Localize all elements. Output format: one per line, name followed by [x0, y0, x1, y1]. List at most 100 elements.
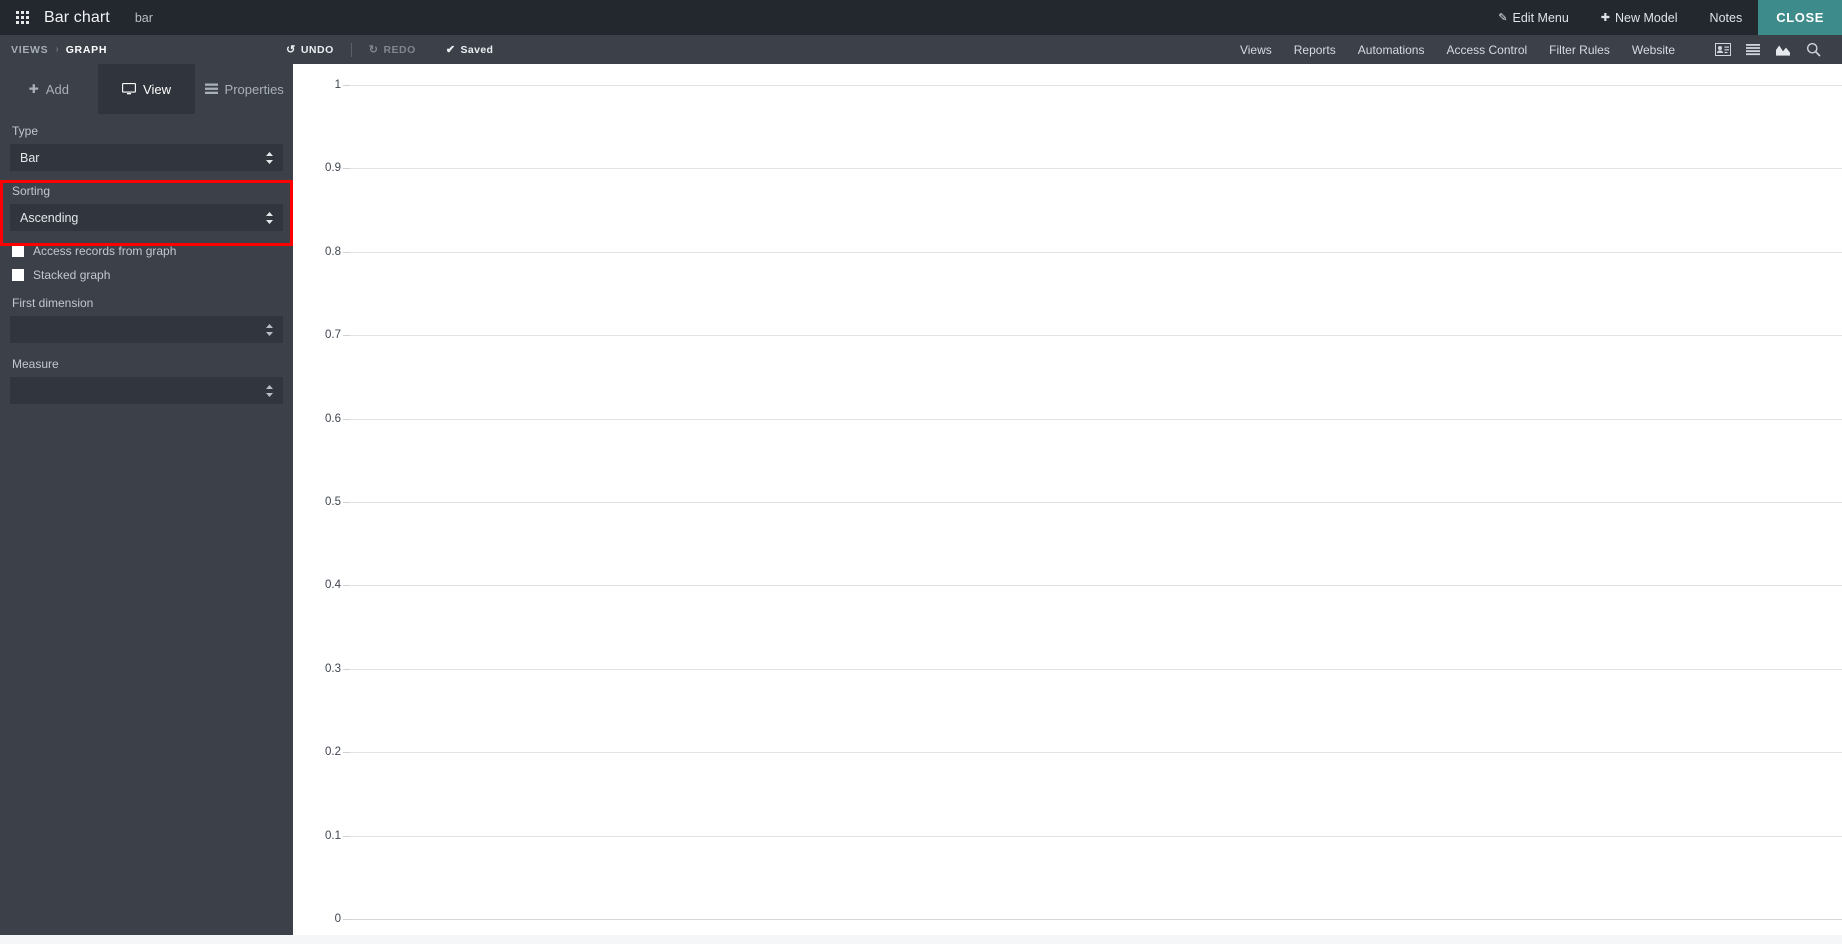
- y-axis-tick-label: 0.7: [325, 329, 341, 342]
- nav-filter-rules[interactable]: Filter Rules: [1538, 43, 1621, 57]
- sub-toolbar-nav: Views Reports Automations Access Control…: [1229, 35, 1842, 64]
- checkbox-stacked-graph[interactable]: Stacked graph: [10, 268, 283, 282]
- saved-label: Saved: [460, 43, 494, 56]
- y-axis-tick-label: 1: [334, 79, 341, 91]
- y-axis-tickmark: [343, 335, 350, 337]
- type-select-value: Bar: [20, 150, 40, 165]
- y-axis-tickmark: [343, 668, 350, 670]
- page-subtitle: bar: [134, 10, 153, 25]
- y-axis-tick-label: 0.6: [325, 412, 341, 425]
- notes-label: Notes: [1709, 10, 1743, 25]
- chevron-updown-icon: [265, 211, 274, 225]
- y-axis-tick-label: 0: [334, 913, 341, 925]
- measure-label: Measure: [12, 357, 59, 371]
- y-axis-tickmark: [343, 585, 350, 587]
- gridline: [350, 251, 1842, 253]
- breadcrumb-graph[interactable]: GRAPH: [66, 44, 107, 56]
- y-axis-tickmark: [343, 919, 350, 920]
- gridline: [350, 835, 1842, 837]
- y-axis-tick-label: 0.3: [325, 662, 341, 675]
- area-chart-icon[interactable]: [1768, 35, 1798, 64]
- grid-apps-icon[interactable]: [8, 11, 36, 24]
- y-axis-tickmark: [343, 251, 350, 253]
- breadcrumb-views[interactable]: VIEWS: [11, 44, 48, 56]
- undo-label: UNDO: [300, 43, 334, 56]
- plus-icon: ✚: [1600, 12, 1611, 24]
- nav-access-control[interactable]: Access Control: [1435, 43, 1538, 57]
- field-sorting: Sorting Ascending: [10, 184, 283, 231]
- sorting-label: Sorting: [12, 184, 51, 198]
- first-dimension-label: First dimension: [12, 296, 94, 310]
- field-measure: Measure: [10, 357, 283, 404]
- list-icon[interactable]: [1738, 35, 1768, 64]
- y-axis-tickmark: [343, 752, 350, 754]
- checkbox-box[interactable]: [12, 245, 24, 257]
- history-divider: [350, 42, 352, 57]
- field-type: Type Bar: [10, 124, 283, 171]
- y-axis-tickmark: [343, 168, 350, 170]
- search-icon[interactable]: [1798, 35, 1828, 64]
- new-model-button[interactable]: ✚ New Model: [1585, 0, 1694, 35]
- measure-select[interactable]: [10, 377, 283, 404]
- tab-properties[interactable]: Properties: [195, 64, 293, 114]
- y-axis-tickmark: [343, 85, 350, 86]
- tab-view[interactable]: View: [97, 64, 196, 114]
- y-axis-tickmark: [343, 835, 350, 837]
- close-button[interactable]: CLOSE: [1758, 0, 1842, 35]
- type-select[interactable]: Bar: [10, 144, 283, 171]
- sidebar-tabs: ✚ Add View Properties: [0, 64, 293, 114]
- new-model-label: New Model: [1615, 10, 1678, 25]
- chevron-updown-icon: [265, 323, 274, 337]
- tab-properties-label: Properties: [224, 81, 284, 97]
- sorting-select[interactable]: Ascending: [10, 204, 283, 231]
- pencil-icon: ✎: [1498, 12, 1508, 24]
- y-axis-tick-label: 0.1: [325, 829, 341, 842]
- edit-menu-button[interactable]: ✎ Edit Menu: [1482, 0, 1585, 35]
- chevron-updown-icon: [265, 384, 274, 398]
- nav-website[interactable]: Website: [1621, 43, 1686, 57]
- check-icon: ✔: [445, 44, 456, 56]
- left-sidebar: ✚ Add View Properties Type Bar Sorting A…: [0, 64, 293, 935]
- checkbox-box[interactable]: [12, 269, 24, 281]
- nav-reports[interactable]: Reports: [1283, 43, 1347, 57]
- gridline: [350, 668, 1842, 670]
- field-first-dimension: First dimension: [10, 296, 283, 343]
- sidebar-body: Type Bar Sorting Ascending Access record…: [0, 114, 293, 404]
- nav-views[interactable]: Views: [1229, 43, 1283, 57]
- monitor-icon: [122, 83, 136, 95]
- sub-toolbar: VIEWS › GRAPH ↺ UNDO ↻ REDO ✔ Saved View…: [0, 35, 1842, 64]
- gridline: [350, 418, 1842, 420]
- checkbox-stacked-graph-label: Stacked graph: [33, 268, 111, 282]
- redo-label: REDO: [383, 43, 416, 56]
- y-axis-tick-label: 0.8: [325, 245, 341, 258]
- redo-button[interactable]: ↻ REDO: [365, 43, 420, 57]
- view-switcher: [1686, 35, 1842, 64]
- nav-automations[interactable]: Automations: [1347, 43, 1436, 57]
- contact-card-icon[interactable]: [1708, 35, 1738, 64]
- plus-icon: ✚: [28, 82, 39, 96]
- gridline: [350, 752, 1842, 754]
- tab-add-label: Add: [45, 81, 69, 97]
- properties-list-icon: [204, 83, 218, 95]
- y-axis-tickmark: [343, 502, 350, 503]
- y-axis-tick-label: 0.4: [325, 579, 341, 592]
- notes-button[interactable]: Notes: [1694, 0, 1759, 35]
- breadcrumb: VIEWS › GRAPH: [11, 44, 107, 56]
- y-axis-tick-label: 0.9: [325, 162, 341, 175]
- checkbox-access-records[interactable]: Access records from graph: [10, 244, 283, 258]
- save-status: ✔ Saved: [445, 43, 494, 57]
- tab-add[interactable]: ✚ Add: [0, 64, 98, 114]
- edit-menu-label: Edit Menu: [1512, 10, 1569, 25]
- undo-button[interactable]: ↺ UNDO: [282, 43, 338, 57]
- first-dimension-select[interactable]: [10, 316, 283, 343]
- chevron-updown-icon: [265, 151, 274, 165]
- gridline: [350, 502, 1842, 503]
- y-axis-tickmark: [343, 418, 350, 420]
- tab-view-label: View: [143, 81, 171, 97]
- sorting-select-value: Ascending: [20, 210, 79, 225]
- checkbox-access-records-label: Access records from graph: [33, 244, 177, 258]
- app-root: Bar chart bar ✎ Edit Menu ✚ New Model No…: [0, 0, 1842, 944]
- page-title: Bar chart: [44, 8, 110, 26]
- redo-arrow-icon: ↻: [368, 44, 379, 56]
- top-bar: Bar chart bar ✎ Edit Menu ✚ New Model No…: [0, 0, 1842, 35]
